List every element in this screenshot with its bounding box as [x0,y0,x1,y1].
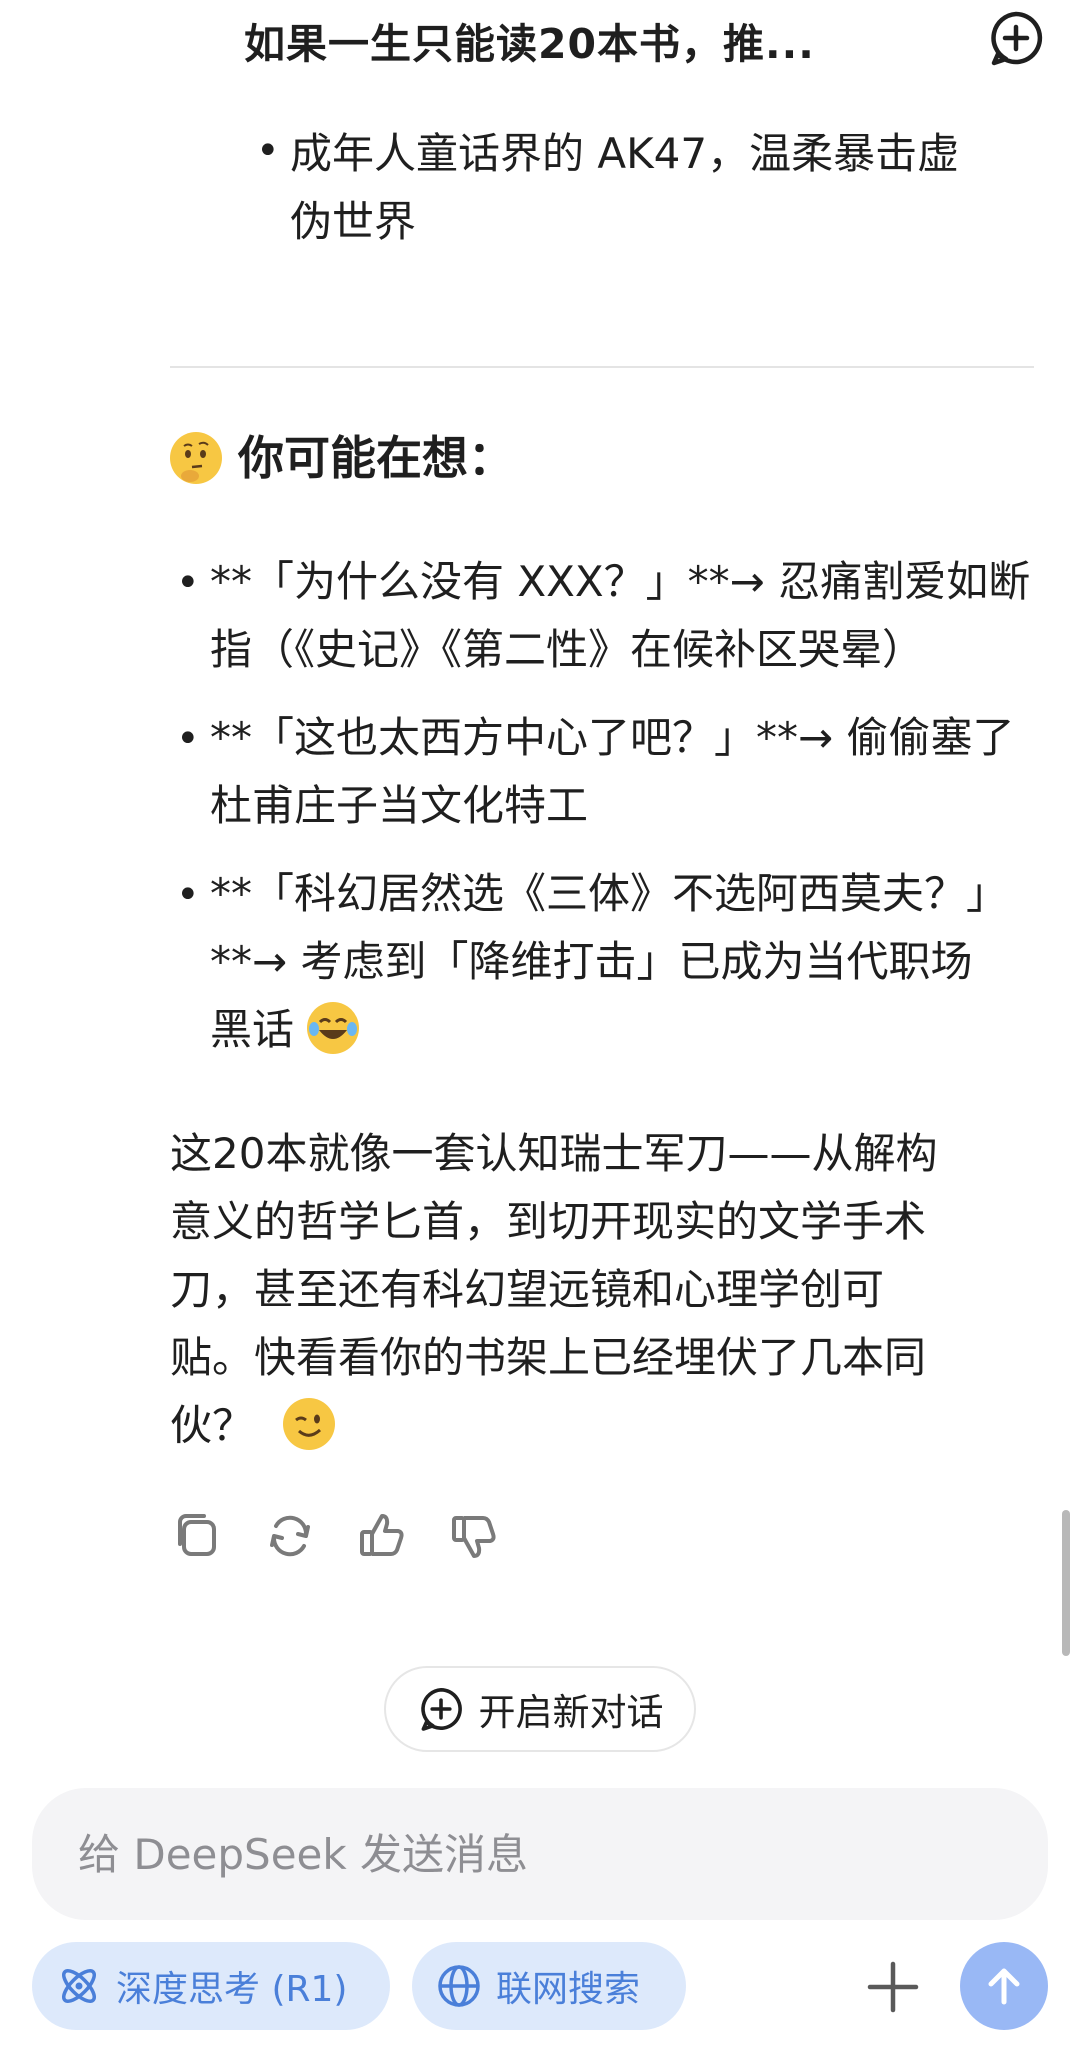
winking-face-icon [283,1397,336,1450]
bullet-1-line2: 指（《史记》《第二性》在候补区哭晕） [210,625,925,674]
thumbs-down-icon[interactable] [446,1508,502,1564]
message-composer [32,1788,1048,1920]
bullet-1-line1: **「为什么没有 XXX？」**→ 忍痛割爱如断 [210,557,1031,606]
add-attachment-icon[interactable] [866,1960,920,2014]
section-title: 你可能在想： [170,428,514,488]
scrollbar[interactable] [1062,1510,1070,1656]
bullet-3-line2: **→ 考虑到「降维打击」已成为当代职场 [210,937,973,986]
deep-think-toggle[interactable]: 深度思考 (R1) [32,1942,390,2030]
new-chat-icon[interactable] [986,8,1046,68]
bullet-3-line3: 黑话 [210,996,360,1064]
tears-of-joy-icon [307,1001,360,1054]
new-conversation-button[interactable]: 开启新对话 [384,1666,696,1752]
thinking-face-icon [170,431,222,484]
bullet-dot: • [256,128,280,174]
section-divider [170,366,1034,368]
paragraph-line3: 刀，甚至还有科幻望远镜和心理学创可 [170,1265,885,1314]
deep-think-label: 深度思考 (R1) [116,1969,348,2010]
previous-bullet-line2: 伪世界 [290,197,417,246]
new-conversation-label: 开启新对话 [478,1691,664,1734]
web-search-label: 联网搜索 [496,1969,641,2010]
bullet-3-line1: **「科幻居然选《三体》不选阿西莫夫？」 [210,869,1009,918]
thumbs-up-icon[interactable] [354,1508,410,1564]
bullet-2-line1: **「这也太西方中心了吧？」**→ 偷偷塞了 [210,713,1015,762]
bullet-2-line2: 杜甫庄子当文化特工 [210,781,589,830]
paragraph-line2: 意义的哲学匕首，到切开现实的文学手术 [170,1197,927,1246]
arrow-up-icon [988,1968,1020,2005]
paragraph-line1: 这20本就像一套认知瑞士军刀——从解构 [170,1129,938,1178]
paragraph-line5: 伙？ [170,1392,336,1460]
new-chat-icon [420,1688,462,1731]
message-actions [170,1508,510,1568]
previous-bullet-line1: 成年人童话界的 AK47，温柔暴击虚 [290,129,960,178]
conversation-title[interactable]: 如果一生只能读20本书，推... [244,10,815,70]
atom-icon [62,1969,96,2003]
message-input[interactable] [78,1822,998,1886]
copy-icon[interactable] [170,1508,226,1564]
bullet-dot: • [176,872,200,918]
paragraph-line4: 贴。快看看你的书架上已经埋伏了几本同 [170,1333,927,1382]
header-bar: 如果一生只能读20本书，推... [0,0,1080,80]
bullet-dot: • [176,716,200,762]
bullet-3-line3-text: 黑话 [210,1005,295,1054]
globe-icon [438,1965,480,2007]
web-search-toggle[interactable]: 联网搜索 [412,1942,686,2030]
section-title-text: 你可能在想： [238,431,514,485]
regenerate-icon[interactable] [262,1508,318,1564]
send-button[interactable] [960,1942,1048,2030]
bullet-dot: • [176,560,200,606]
paragraph-line5-text: 伙？ [170,1401,255,1450]
